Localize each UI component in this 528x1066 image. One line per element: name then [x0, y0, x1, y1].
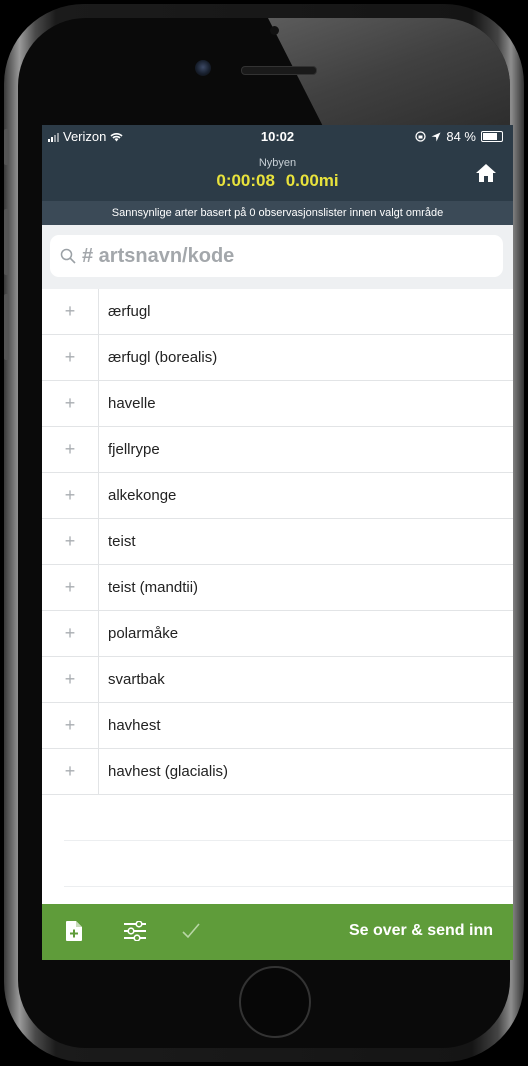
species-name: teist [108, 533, 136, 550]
species-name: polarmåke [108, 625, 179, 642]
submit-button[interactable]: Se over & send inn [349, 922, 493, 940]
add-species-button[interactable]: + [42, 749, 99, 794]
volume-down-button [4, 294, 9, 360]
search-box[interactable] [50, 235, 503, 277]
species-name: svartbak [108, 671, 165, 688]
add-species-button[interactable]: + [42, 611, 99, 656]
species-list: + ærfugl + ærfugl (borealis) + havelle +… [42, 289, 513, 887]
elapsed-time: 0:00:08 [216, 171, 275, 190]
home-icon[interactable] [475, 163, 497, 183]
add-species-button[interactable]: + [42, 703, 99, 748]
add-species-button[interactable]: + [42, 289, 99, 334]
add-species-button[interactable]: + [42, 473, 99, 518]
status-right: 84 % [415, 129, 503, 144]
list-item[interactable]: + fjellrype [42, 427, 513, 473]
list-item[interactable]: + teist [42, 519, 513, 565]
search-icon [60, 248, 76, 264]
empty-row [64, 795, 513, 841]
species-name: ærfugl (borealis) [108, 349, 218, 366]
proximity-sensor [270, 26, 279, 35]
add-species-button[interactable]: + [42, 381, 99, 426]
species-name: havhest [108, 717, 161, 734]
species-name: havelle [108, 395, 156, 412]
timer-distance: 0:00:08 0.00mi [42, 171, 513, 191]
info-bar: Sannsynlige arter basert på 0 observasjo… [42, 201, 513, 225]
add-file-icon[interactable] [66, 921, 82, 941]
list-item[interactable]: + polarmåke [42, 611, 513, 657]
species-name: havhest (glacialis) [108, 763, 229, 780]
species-name: ærfugl [108, 303, 151, 320]
list-item[interactable]: + havhest [42, 703, 513, 749]
list-item[interactable]: + ærfugl (borealis) [42, 335, 513, 381]
list-item[interactable]: + alkekonge [42, 473, 513, 519]
home-button[interactable] [239, 966, 311, 1038]
add-species-button[interactable]: + [42, 519, 99, 564]
orientation-lock-icon [415, 131, 427, 142]
earpiece-speaker [241, 66, 317, 75]
empty-row [64, 841, 513, 887]
add-species-button[interactable]: + [42, 565, 99, 610]
app-screen: Verizon 10:02 84 % Nybyen 0:00:08 0.00mi [42, 125, 513, 960]
add-species-button[interactable]: + [42, 335, 99, 380]
search-area [42, 225, 513, 289]
location-name: Nybyen [258, 157, 297, 169]
battery-icon [481, 131, 503, 142]
battery-percent: 84 % [446, 129, 476, 144]
species-name: teist (mandtii) [108, 579, 199, 596]
status-bar: Verizon 10:02 84 % [42, 125, 513, 149]
distance: 0.00mi [285, 171, 339, 190]
species-name: fjellrype [108, 441, 160, 458]
list-item[interactable]: + svartbak [42, 657, 513, 703]
list-item[interactable]: + havelle [42, 381, 513, 427]
filter-sliders-icon[interactable] [124, 921, 146, 941]
add-species-button[interactable]: + [42, 427, 99, 472]
mute-switch [4, 129, 9, 165]
location-arrow-icon [431, 132, 441, 141]
bottom-toolbar: Se over & send inn [42, 904, 513, 960]
list-item[interactable]: + teist (mandtii) [42, 565, 513, 611]
volume-up-button [4, 209, 9, 275]
species-name: alkekonge [108, 487, 177, 504]
front-camera [195, 60, 211, 76]
list-item[interactable]: + ærfugl [42, 289, 513, 335]
list-item[interactable]: + havhest (glacialis) [42, 749, 513, 795]
add-species-button[interactable]: + [42, 657, 99, 702]
search-input[interactable] [80, 243, 503, 269]
checkmark-icon[interactable] [182, 923, 200, 939]
checklist-header: Nybyen 0:00:08 0.00mi [42, 149, 513, 201]
